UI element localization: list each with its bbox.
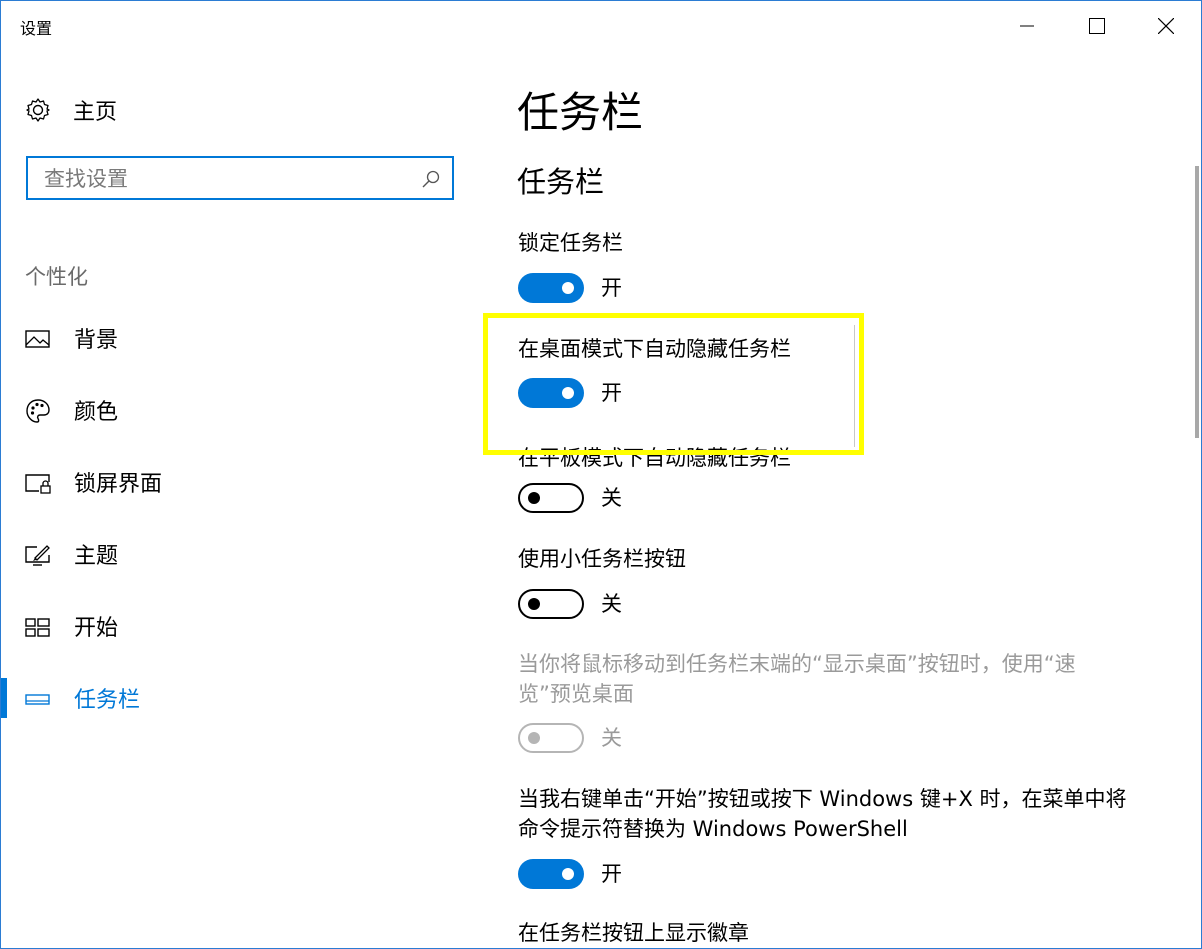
toggle-state-text: 开: [601, 862, 622, 886]
gear-icon: [26, 98, 50, 122]
close-button[interactable]: [1143, 1, 1189, 51]
setting-lock-taskbar-label: 锁定任务栏: [518, 231, 623, 255]
sidebar: 主页 个性化 背景 颜色: [1, 51, 481, 948]
search-box: [26, 156, 454, 200]
sidebar-item-lock-screen[interactable]: 锁屏界面: [1, 462, 481, 502]
search-icon[interactable]: [422, 170, 440, 188]
setting-badges-label: 在任务栏按钮上显示徽章: [518, 921, 749, 945]
sidebar-item-colors[interactable]: 颜色: [1, 390, 481, 430]
toggle-knob: [528, 732, 540, 744]
home-label: 主页: [73, 100, 118, 125]
close-icon: [1158, 18, 1174, 34]
autohide-tablet-toggle[interactable]: [518, 483, 584, 513]
sidebar-item-start[interactable]: 开始: [1, 606, 481, 646]
peek-toggle[interactable]: [518, 723, 584, 753]
theme-brush-icon: [25, 545, 50, 566]
powershell-toggle[interactable]: [518, 859, 584, 889]
search-input[interactable]: [42, 164, 416, 194]
toggle-knob: [562, 282, 574, 294]
toggle-state-text: 关: [601, 726, 622, 750]
small-buttons-toggle[interactable]: [518, 589, 584, 619]
toggle-knob: [528, 598, 540, 610]
sidebar-item-label: 颜色: [74, 400, 119, 425]
toggle-state-text: 关: [601, 486, 622, 510]
sidebar-item-label: 背景: [74, 328, 119, 353]
sidebar-item-label: 开始: [74, 616, 119, 641]
lock-screen-icon: [25, 474, 51, 494]
sidebar-item-label: 锁屏界面: [74, 472, 163, 497]
minimize-icon: [1020, 25, 1034, 27]
setting-powershell-label-line1: 当我右键单击“开始”按钮或按下 Windows 键+X 时，在菜单中将: [518, 787, 1127, 811]
taskbar-icon: [25, 694, 50, 705]
sidebar-item-background[interactable]: 背景: [1, 318, 481, 358]
maximize-icon: [1089, 18, 1105, 34]
setting-peek-label-line2: 览”预览桌面: [518, 682, 634, 706]
setting-powershell-label-line2: 命令提示符替换为 Windows PowerShell: [518, 817, 908, 841]
maximize-button[interactable]: [1074, 1, 1120, 51]
toggle-knob: [562, 387, 574, 399]
sidebar-item-label: 主题: [74, 544, 119, 569]
autohide-desktop-toggle[interactable]: [518, 378, 584, 408]
toggle-state-text: 开: [601, 381, 622, 405]
settings-window: 设置 主页 个性化: [0, 0, 1202, 949]
home-link[interactable]: 主页: [25, 95, 117, 125]
sidebar-item-label: 任务栏: [74, 688, 141, 713]
sidebar-item-taskbar[interactable]: 任务栏: [1, 678, 481, 718]
group-label-personalization: 个性化: [25, 265, 88, 289]
start-grid-icon: [25, 618, 50, 637]
setting-autohide-desktop-label: 在桌面模式下自动隐藏任务栏: [518, 337, 791, 361]
toggle-knob: [528, 492, 540, 504]
toggle-knob: [562, 868, 574, 880]
sidebar-item-themes[interactable]: 主题: [1, 534, 481, 574]
title-bar: 设置: [1, 1, 1201, 51]
main-content: 任务栏 任务栏 锁定任务栏 开 在桌面模式下自动隐藏任务栏 开 在平板模式下自动…: [481, 51, 1201, 948]
section-title: 任务栏: [517, 165, 605, 199]
lock-taskbar-toggle[interactable]: [518, 273, 584, 303]
setting-autohide-tablet-label: 在平板模式下自动隐藏任务栏: [518, 446, 791, 470]
picture-icon: [25, 330, 50, 348]
highlight-divider: [854, 325, 855, 447]
toggle-state-text: 关: [601, 592, 622, 616]
vertical-scrollbar[interactable]: [1195, 166, 1199, 438]
palette-icon: [26, 399, 50, 423]
setting-peek-label-line1: 当你将鼠标移动到任务栏末端的“显示桌面”按钮时，使用“速: [518, 652, 1076, 676]
page-title: 任务栏: [517, 88, 644, 137]
active-indicator: [1, 678, 7, 718]
setting-small-buttons-label: 使用小任务栏按钮: [518, 547, 686, 571]
minimize-button[interactable]: [1004, 1, 1050, 51]
window-title: 设置: [20, 19, 53, 38]
toggle-state-text: 开: [601, 276, 622, 300]
